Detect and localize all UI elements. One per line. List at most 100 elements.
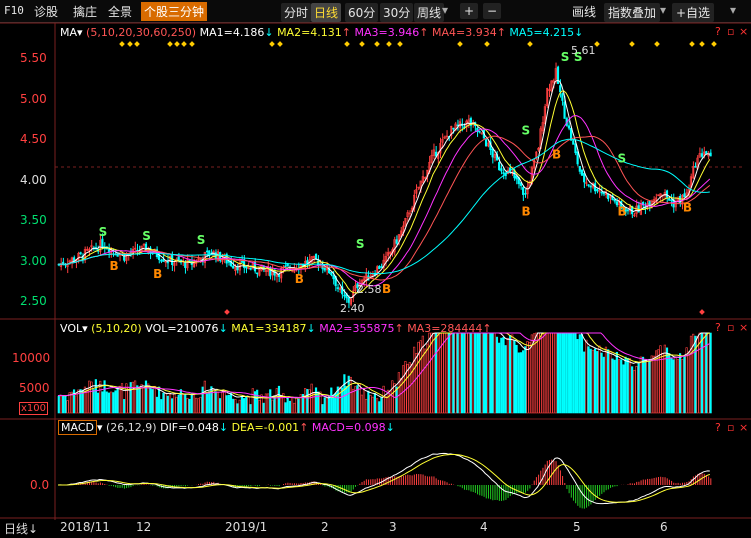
chevron-down-icon[interactable]: ▾ — [77, 26, 83, 39]
volume-bar — [615, 351, 618, 414]
volume-bar — [234, 399, 237, 414]
volume-bar — [310, 383, 313, 414]
sell-signal: S — [99, 225, 108, 239]
candle-body — [256, 272, 259, 275]
volume-bar — [443, 332, 446, 414]
help-icon[interactable]: ? — [715, 25, 721, 38]
volume-bar — [153, 385, 156, 414]
volume-bar — [160, 399, 163, 414]
date-label: 5 — [573, 520, 581, 534]
price-tick: 4.00 — [20, 173, 47, 187]
chevron-down-icon[interactable]: ▾ — [97, 421, 103, 434]
event-marker — [134, 41, 140, 47]
volume-bar — [297, 398, 300, 414]
volume-bar — [569, 332, 573, 414]
candle-body — [561, 93, 564, 101]
volume-bar — [652, 355, 656, 414]
volume-bar — [236, 403, 239, 414]
price-tick: 2.50 — [20, 294, 47, 308]
event-marker — [711, 41, 717, 47]
volume-bar — [380, 396, 383, 414]
volume-bar — [393, 383, 396, 414]
volume-bar — [203, 380, 206, 414]
volume-bar — [205, 393, 209, 414]
arrow-up-icon: ↑ — [299, 421, 309, 434]
candle-body — [670, 199, 673, 202]
candle-body — [705, 151, 708, 155]
candle-body — [232, 265, 235, 269]
candle-body — [330, 272, 333, 276]
restore-icon[interactable]: ▫ — [727, 25, 734, 38]
volume-bar — [221, 391, 224, 414]
volume-bar — [471, 332, 475, 414]
arrow-down-icon: ↓ — [264, 26, 274, 39]
volume-bar — [600, 352, 603, 414]
price-tick: 5.50 — [20, 51, 47, 65]
volume-bar — [188, 398, 191, 414]
volume-bar — [456, 332, 459, 414]
volume-bar — [550, 332, 553, 414]
volume-bar — [321, 404, 324, 414]
volume-bar — [171, 398, 174, 414]
candle-body — [123, 255, 126, 261]
restore-icon[interactable]: ▫ — [727, 421, 734, 434]
volume-bar — [482, 332, 485, 414]
volume-bar — [284, 402, 287, 414]
volume-bar — [506, 337, 509, 414]
dif-value: DIF=0.048 — [160, 421, 219, 434]
event-marker — [344, 41, 350, 47]
volume-bar — [112, 392, 115, 414]
volume-bar — [96, 392, 100, 414]
help-icon[interactable]: ? — [715, 421, 721, 434]
close-icon[interactable]: × — [739, 321, 748, 334]
volume-bar — [166, 395, 169, 414]
candle-body — [500, 168, 503, 172]
macd-indicator-name[interactable]: MACD — [58, 420, 97, 435]
buy-signal: B — [617, 205, 626, 219]
buy-signal: B — [110, 259, 119, 273]
volume-bar — [216, 392, 220, 414]
vol-tick: 10000 — [12, 351, 51, 365]
restore-icon[interactable]: ▫ — [727, 321, 734, 334]
low-price-note: 2.40 — [340, 302, 365, 315]
volume-bar — [554, 332, 557, 414]
event-marker — [277, 41, 283, 47]
volume-bar — [149, 386, 152, 414]
price-tick: 5.00 — [20, 92, 47, 106]
ma5-value: MA5=4.215 — [509, 26, 575, 39]
volume-bar — [107, 392, 111, 414]
high-price-note: 5.61 — [571, 44, 596, 57]
sell-signal: S — [142, 229, 151, 243]
volume-bar — [537, 332, 540, 414]
volume-bar — [134, 380, 137, 414]
volume-bar — [589, 348, 592, 414]
candle-body — [589, 185, 592, 188]
volume-bar — [452, 332, 455, 414]
help-icon[interactable]: ? — [715, 321, 721, 334]
volume-bar — [580, 334, 584, 414]
kline-chart[interactable]: S S S SS SSSBB BBBB BB — [0, 0, 751, 538]
volume-bar — [641, 356, 645, 414]
volume-bar — [511, 334, 514, 414]
volume-bar — [375, 398, 379, 414]
volume-bar — [657, 349, 660, 414]
candle-body — [567, 125, 570, 129]
vol-indicator-name[interactable]: VOL — [60, 322, 82, 335]
volume-bar — [127, 386, 130, 414]
date-period-selector[interactable]: 日线↓ — [4, 520, 38, 537]
volume-bar — [399, 377, 403, 414]
chevron-down-icon[interactable]: ▾ — [82, 322, 88, 335]
volume-bar — [295, 397, 298, 414]
candle-body — [336, 287, 339, 289]
volume-bar — [397, 372, 400, 414]
ma-indicator-name[interactable]: MA — [60, 26, 77, 39]
close-icon[interactable]: × — [739, 421, 748, 434]
volume-bar — [474, 332, 477, 414]
candle-body — [177, 256, 180, 261]
arrow-down-icon: ↓ — [385, 421, 395, 434]
candle-body — [583, 173, 586, 183]
volume-bar — [219, 398, 222, 414]
candle-body — [249, 268, 252, 270]
dea-value: DEA=-0.001 — [231, 421, 300, 434]
close-icon[interactable]: × — [739, 25, 748, 38]
